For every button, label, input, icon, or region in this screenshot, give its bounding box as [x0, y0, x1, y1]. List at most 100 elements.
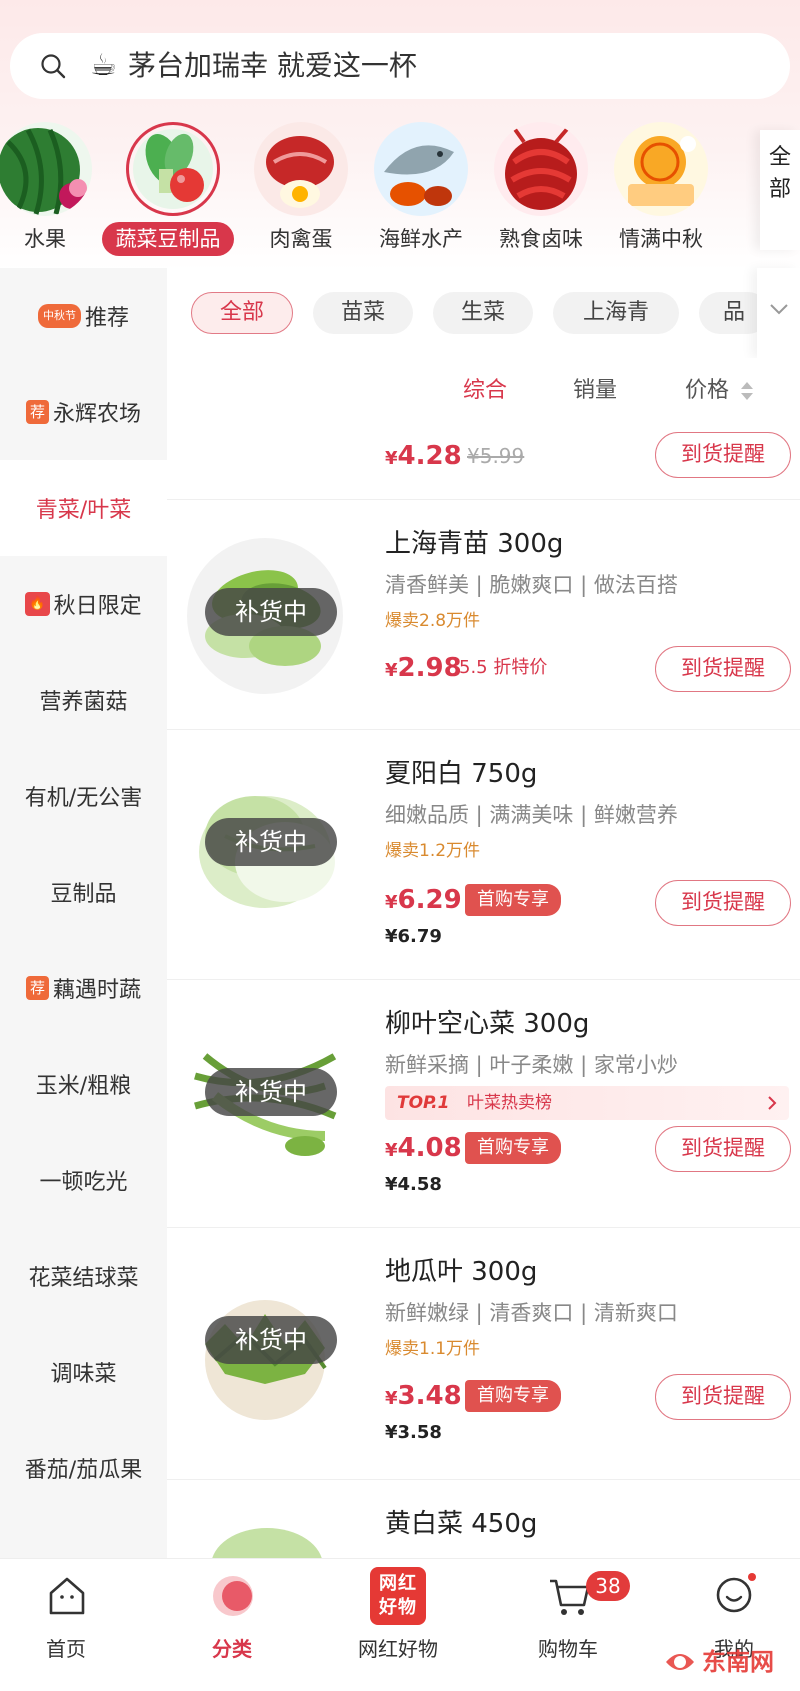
tab-label: 分类	[212, 1637, 252, 1661]
expand-chips-button[interactable]	[757, 268, 800, 358]
sidebar-item-label: 藕遇时蔬	[53, 978, 142, 1003]
sort-price[interactable]: 价格	[685, 374, 754, 408]
filter-chips: 全部 苗菜 生菜 上海青 品	[167, 268, 800, 358]
sidebar-item-autumn[interactable]: 🔥 秋日限定	[0, 556, 167, 652]
category-seafood[interactable]: 海鲜水产	[356, 118, 486, 268]
product-card[interactable]: 黄白菜 450g	[167, 1480, 800, 1558]
sidebar-item-meal[interactable]: 一顿吃光	[0, 1132, 167, 1228]
tab-cart[interactable]: 38 购物车	[488, 1559, 648, 1691]
watermelon-image	[0, 122, 92, 216]
chip-seedling[interactable]: 苗菜	[313, 292, 413, 334]
sidebar-item-organic[interactable]: 有机/无公害	[0, 748, 167, 844]
product-card[interactable]: 补货中 柳叶空心菜 300g 新鲜采摘 | 叶子柔嫩 | 家常小炒 TOP.1 …	[167, 980, 800, 1228]
product-regular-price: ¥6.79	[385, 926, 442, 947]
fire-icon: 🔥	[25, 592, 50, 616]
chip-lettuce[interactable]: 生菜	[433, 292, 533, 334]
sort-comprehensive[interactable]: 综合	[463, 374, 507, 408]
sidebar-item-lotus[interactable]: 荐 藕遇时蔬	[0, 940, 167, 1036]
mooncake-image	[614, 122, 708, 216]
category-label: 熟食卤味	[499, 227, 583, 251]
sidebar-item-label: 花菜结球菜	[28, 1266, 139, 1291]
first-purchase-tag: 首购专享	[465, 884, 561, 916]
arrival-reminder-button[interactable]: 到货提醒	[655, 1126, 791, 1172]
category-label: 情满中秋	[619, 227, 703, 251]
product-price: ¥2.98	[385, 653, 462, 683]
product-sold-count: 爆卖1.2万件	[385, 841, 481, 861]
coffee-emoji: ☕	[90, 48, 117, 83]
tab-label: 首页	[46, 1637, 86, 1661]
recommend-badge: 荐	[25, 400, 49, 424]
product-sold-count: 爆卖2.8万件	[385, 611, 481, 631]
sidebar-item-leafy[interactable]: 青菜/叶菜	[0, 460, 167, 556]
arrival-reminder-button[interactable]: 到货提醒	[655, 646, 791, 692]
search-placeholder: 茅台加瑞幸 就爱这一杯	[128, 49, 417, 82]
arrival-reminder-button[interactable]: 到货提醒	[655, 432, 791, 478]
watermark-icon	[666, 1654, 694, 1670]
sidebar-item-label: 玉米/粗粮	[35, 1074, 132, 1099]
home-icon	[49, 1577, 85, 1615]
product-original-price: ¥5.99	[467, 444, 525, 468]
category-meat-egg[interactable]: 肉禽蛋	[236, 118, 366, 268]
all-categories-button[interactable]: 全部	[760, 130, 800, 250]
header: ☕ 茅台加瑞幸 就爱这一杯 水果 蔬菜豆制品 肉禽蛋 海鲜水产 熟食卤味 情满中…	[0, 0, 800, 270]
sidebar-item-label: 推荐	[84, 306, 129, 331]
sidebar-item-farm[interactable]: 荐 永辉农场	[0, 364, 167, 460]
search-bar[interactable]: ☕ 茅台加瑞幸 就爱这一杯	[10, 33, 790, 99]
product-title: 地瓜叶 300g	[385, 1257, 538, 1287]
sidebar: 中秋节 推荐 荐 永辉农场 青菜/叶菜 🔥 秋日限定 营养菌菇 有机/无公害 豆…	[0, 268, 167, 1558]
category-midautumn[interactable]: 情满中秋	[596, 118, 726, 268]
sidebar-item-label: 一顿吃光	[39, 1170, 128, 1195]
sidebar-item-label: 青菜/叶菜	[35, 498, 132, 523]
product-description: 细嫩品质 | 满满美味 | 鲜嫩营养	[385, 803, 678, 827]
crayfish-image	[494, 122, 588, 216]
product-card[interactable]: 补货中 夏阳白 750g 细嫩品质 | 满满美味 | 鲜嫩营养 爆卖1.2万件 …	[167, 730, 800, 980]
sort-price-label: 价格	[685, 378, 730, 403]
sidebar-item-label: 秋日限定	[53, 594, 142, 619]
arrival-reminder-button[interactable]: 到货提醒	[655, 880, 791, 926]
chip-shanghai-green[interactable]: 上海青	[553, 292, 679, 334]
product-card[interactable]: 补货中 地瓜叶 300g 新鲜嫩绿 | 清香爽口 | 清新爽口 爆卖1.1万件 …	[167, 1228, 800, 1480]
sidebar-item-label: 有机/无公害	[24, 786, 143, 811]
product-regular-price: ¥4.58	[385, 1174, 442, 1195]
chip-all[interactable]: 全部	[191, 292, 293, 334]
cart-icon	[550, 1579, 590, 1615]
arrival-reminder-button[interactable]: 到货提醒	[655, 1374, 791, 1420]
meat-egg-image	[254, 122, 348, 216]
chevron-down-icon	[770, 304, 788, 315]
category-icon	[213, 1576, 253, 1616]
category-label: 海鲜水产	[379, 227, 463, 251]
product-card[interactable]: 补货中 上海青苗 300g 清香鲜美 | 脆嫩爽口 | 做法百搭 爆卖2.8万件…	[167, 500, 800, 730]
watermark-text: 东南网	[702, 1648, 774, 1676]
sidebar-item-recommend[interactable]: 中秋节 推荐	[0, 268, 167, 364]
profile-icon	[716, 1573, 756, 1613]
tab-category[interactable]: 分类	[152, 1559, 312, 1691]
product-title: 黄白菜 450g	[385, 1509, 538, 1539]
chevron-right-icon	[768, 1096, 777, 1110]
category-label: 蔬菜豆制品	[102, 222, 234, 256]
sidebar-item-tofu[interactable]: 豆制品	[0, 844, 167, 940]
sidebar-item-corn[interactable]: 玉米/粗粮	[0, 1036, 167, 1132]
product-title: 上海青苗 300g	[385, 529, 564, 559]
vegetable-image	[126, 122, 220, 216]
sidebar-item-label: 番茄/茄瓜果	[24, 1458, 143, 1483]
tab-label: 购物车	[538, 1637, 598, 1661]
category-label: 肉禽蛋	[269, 227, 333, 251]
product-regular-price: ¥3.58	[385, 1422, 442, 1443]
sidebar-item-cauliflower[interactable]: 花菜结球菜	[0, 1228, 167, 1324]
tab-home[interactable]: 首页	[0, 1559, 146, 1691]
napa-cabbage-image	[212, 1528, 322, 1558]
sidebar-item-mushroom[interactable]: 营养菌菇	[0, 652, 167, 748]
hot-ranking-banner[interactable]: TOP.1 叶菜热卖榜	[385, 1086, 789, 1120]
sidebar-item-seasoning[interactable]: 调味菜	[0, 1324, 167, 1420]
sort-sales[interactable]: 销量	[573, 374, 617, 408]
product-title: 柳叶空心菜 300g	[385, 1009, 590, 1039]
product-card[interactable]: ¥4.28 ¥5.99 到货提醒	[167, 428, 800, 500]
sidebar-item-label: 调味菜	[50, 1362, 117, 1387]
product-sold-count: 爆卖1.1万件	[385, 1339, 481, 1359]
tab-wanghong[interactable]: 网红好物 网红好物	[318, 1559, 478, 1691]
sidebar-item-tomato[interactable]: 番茄/茄瓜果	[0, 1420, 167, 1516]
product-price: ¥3.48	[385, 1381, 462, 1411]
product-title: 夏阳白 750g	[385, 759, 538, 789]
category-deli[interactable]: 熟食卤味	[476, 118, 606, 268]
midautumn-badge: 中秋节	[37, 304, 81, 328]
